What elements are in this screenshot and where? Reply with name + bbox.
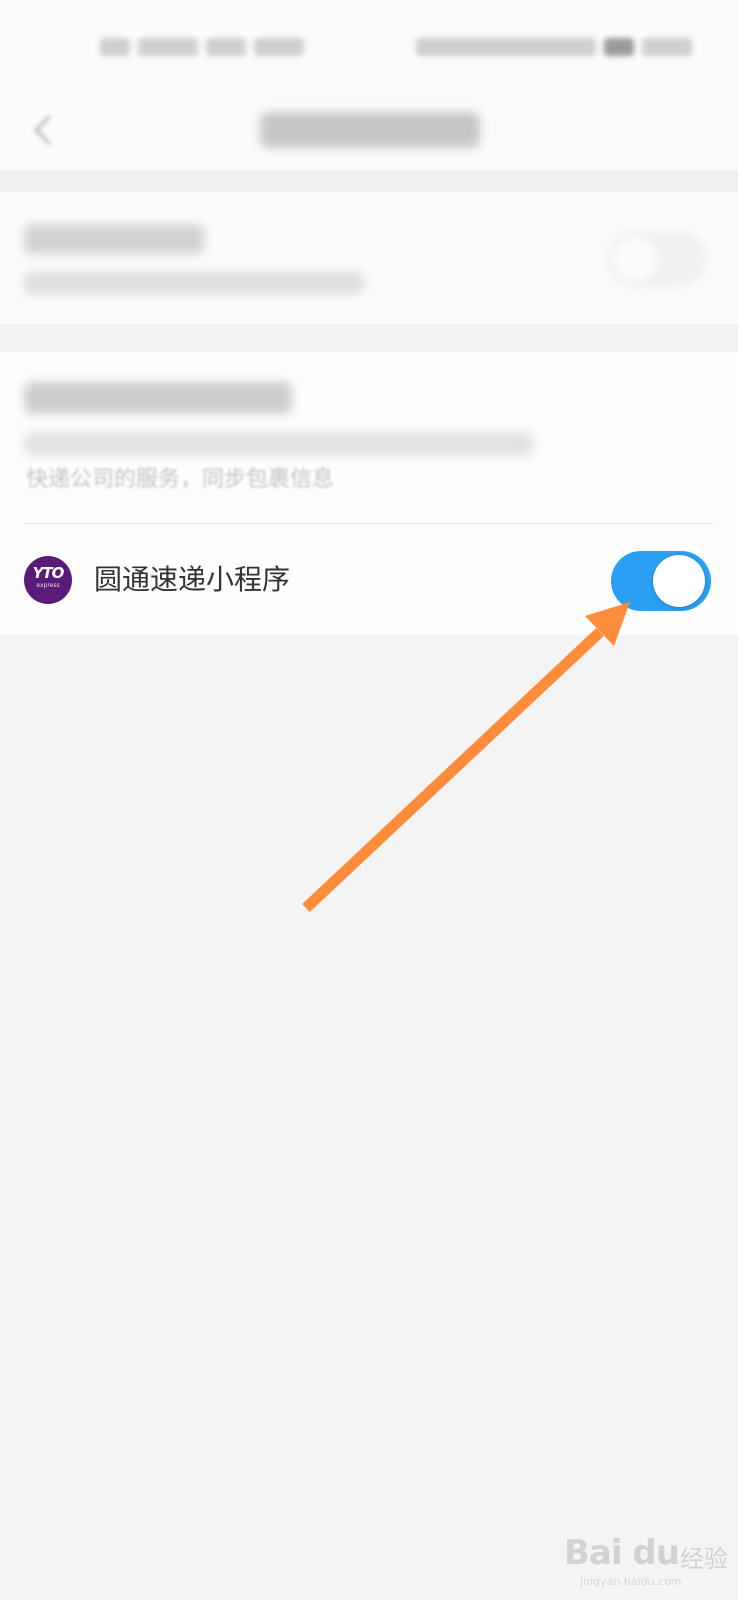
navigation-bar (0, 90, 738, 170)
baidu-jingyan-watermark: Bai du 经验 jingyan.baidu.com (560, 1525, 730, 1595)
watermark-url: jingyan.baidu.com (580, 1575, 682, 1588)
status-bar-left-blurred (100, 34, 330, 56)
toggle-knob (653, 555, 705, 607)
watermark-logo: Bai du (564, 1533, 680, 1573)
logo-text: YTO (32, 564, 65, 582)
status-bar (0, 0, 738, 90)
section-gap (0, 324, 738, 352)
section-gap (0, 170, 738, 192)
page-title-blurred (260, 112, 480, 148)
section-title-blurred (24, 382, 292, 414)
status-bar-right-blurred (400, 34, 700, 56)
logo-subtext: express (36, 582, 60, 589)
setting-toggle-off[interactable] (608, 232, 706, 286)
chevron-left-icon[interactable] (24, 110, 64, 150)
section-description-blurred (24, 432, 534, 456)
setting-title-blurred (24, 224, 204, 254)
miniprogram-name: 圆通速递小程序 (94, 563, 291, 596)
settings-section-miniprograms: 快递公司的服务，同步包裹信息 YTO express 圆通速递小程序 (0, 352, 738, 635)
yto-express-logo: YTO express (24, 556, 72, 604)
miniprogram-toggle[interactable] (611, 551, 711, 611)
miniprogram-row: YTO express 圆通速递小程序 (0, 524, 738, 635)
settings-section-top (0, 192, 738, 324)
section-description-line: 快递公司的服务，同步包裹信息 (26, 467, 335, 492)
watermark-text: 经验 (680, 1545, 728, 1573)
setting-subtitle-blurred (24, 272, 364, 294)
toggle-knob (613, 237, 657, 281)
